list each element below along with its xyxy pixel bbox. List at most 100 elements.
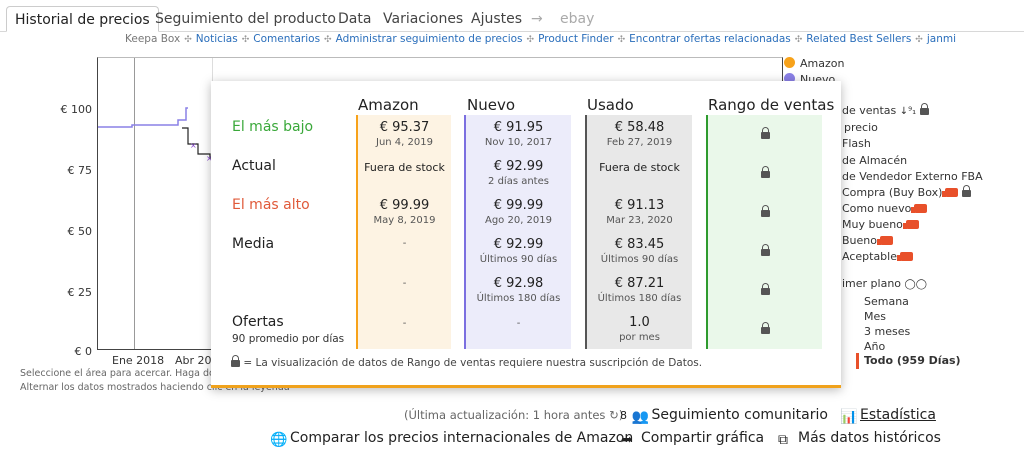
rank-lowest-lock[interactable] <box>708 123 822 142</box>
rank-offers-lock[interactable] <box>708 318 822 337</box>
tab-data[interactable]: Data <box>338 6 371 32</box>
header-sales-rank: Rango de ventas <box>708 96 835 114</box>
header-usado: Usado <box>587 96 634 114</box>
legend-foreground[interactable]: imer plano ◯◯ <box>842 276 927 292</box>
link-news[interactable]: Noticias <box>196 33 238 45</box>
more-history-button[interactable]: ⧉ Más datos históricos <box>778 430 941 448</box>
range-week[interactable]: Semana <box>864 294 909 310</box>
community-tracking-button[interactable]: 8 👥 Seguimiento comunitario <box>620 407 828 425</box>
lock-icon <box>919 103 929 115</box>
range-month[interactable]: Mes <box>864 309 886 325</box>
copy-icon: ⧉ <box>778 432 788 448</box>
rank-avg180-lock[interactable] <box>708 279 822 298</box>
y-tick-25: € 25 <box>67 286 93 299</box>
rank-current-lock[interactable] <box>708 162 822 181</box>
column-nuevo <box>464 115 571 349</box>
compare-international-button[interactable]: 🌐 Comparar los precios internacionales de… <box>270 430 633 448</box>
truck-icon <box>942 188 959 197</box>
subscription-footnote: = La visualización de datos de Rango de … <box>231 355 702 369</box>
y-tick-100: € 100 <box>60 103 93 116</box>
rank-avg90-lock[interactable] <box>708 240 822 259</box>
legend-very-good[interactable]: Muy bueno <box>842 217 919 233</box>
tab-product-tracking[interactable]: Seguimiento del producto <box>155 6 336 32</box>
header-nuevo: Nuevo <box>467 96 516 114</box>
amazon-offers: - <box>402 318 407 329</box>
legend-list-price[interactable]: precio <box>844 120 878 136</box>
usado-current: Fuera de stock <box>599 161 680 174</box>
tab-bar: Historial de precios Seguimiento del pro… <box>0 6 1024 32</box>
legend-acceptable[interactable]: Aceptable <box>842 249 913 265</box>
nuevo-lowest: € 91.95 Nov 10, 2017 <box>484 120 553 148</box>
link-product-finder[interactable]: Product Finder <box>538 33 614 45</box>
keepa-box-link[interactable]: Keepa Box <box>125 33 180 45</box>
link-related-best-sellers[interactable]: Related Best Sellers <box>806 33 911 45</box>
statistics-button[interactable]: 📊 Estadística <box>840 407 936 425</box>
legend-amazon[interactable]: Amazon <box>784 56 844 72</box>
share-chart-button[interactable]: ➦ Compartir gráfica <box>621 430 764 448</box>
row-label-offers: Ofertas <box>232 314 284 330</box>
row-label-offers-sub: 90 promedio por días <box>232 333 345 345</box>
usado-offers: 1.0 por mes <box>619 315 660 343</box>
legend-fba[interactable]: de Vendedor Externo FBA <box>842 169 1022 185</box>
legend-like-new[interactable]: Como nuevo <box>842 201 928 217</box>
row-label-lowest: El más bajo <box>232 119 314 135</box>
y-tick-75: € 75 <box>67 164 93 177</box>
usado-highest: € 91.13 Mar 23, 2020 <box>606 198 673 226</box>
usado-lowest: € 58.48 Feb 27, 2019 <box>606 120 673 148</box>
column-usado <box>585 115 692 349</box>
zoom-hint: Seleccione el área para acercar. Haga do… <box>20 368 224 379</box>
arrow-icon: → <box>531 11 543 27</box>
lock-icon <box>760 283 770 295</box>
usado-avg-90: € 83.45 Últimos 90 días <box>600 237 679 265</box>
truck-icon <box>911 204 928 213</box>
rank-highest-lock[interactable] <box>708 201 822 220</box>
tab-ebay[interactable]: ebay <box>560 6 594 32</box>
usado-avg-180: € 87.21 Últimos 180 días <box>597 276 682 304</box>
tab-price-history[interactable]: Historial de precios <box>6 6 159 32</box>
range-all[interactable]: Todo (959 Días) <box>856 353 961 369</box>
row-label-current: Actual <box>232 158 276 174</box>
lock-icon <box>231 355 240 367</box>
tab-settings[interactable]: Ajustes <box>471 6 522 32</box>
legend-buy-box[interactable]: Compra (Buy Box) <box>842 185 971 201</box>
legend-good[interactable]: Bueno <box>842 233 893 249</box>
sort-icon: ↓⁹₁ <box>899 106 917 117</box>
y-tick-50: € 50 <box>67 225 93 238</box>
link-related-offers[interactable]: Encontrar ofertas relacionadas <box>629 33 791 45</box>
lock-icon <box>760 166 770 178</box>
amazon-avg-180: - <box>402 278 407 289</box>
truck-icon <box>902 220 919 229</box>
nuevo-highest: € 99.99 Ago 20, 2019 <box>484 198 553 226</box>
legend-flash[interactable]: Flash <box>842 136 871 152</box>
nuevo-avg-90: € 92.99 Últimos 90 días <box>479 237 558 265</box>
nuevo-avg-180: € 92.98 Últimos 180 días <box>476 276 561 304</box>
nuevo-current: € 92.99 2 días antes <box>488 159 549 187</box>
amazon-lowest: € 95.37 Jun 4, 2019 <box>376 120 433 148</box>
globe-icon: 🌐 <box>270 432 288 448</box>
y-tick-0: € 0 <box>74 345 93 358</box>
range-3-months[interactable]: 3 meses <box>864 324 910 340</box>
lock-icon <box>760 205 770 217</box>
amazon-dot-icon <box>784 57 795 68</box>
lock-icon <box>760 244 770 256</box>
svg-text:×: × <box>190 141 197 150</box>
amazon-avg-90: - <box>402 238 407 249</box>
nuevo-offers: - <box>516 318 521 329</box>
bar-chart-icon: 📊 <box>840 409 858 425</box>
toggle-icon: ◯◯ <box>904 279 927 290</box>
lock-icon <box>961 185 971 197</box>
link-comments[interactable]: Comentarios <box>253 33 320 45</box>
lock-icon <box>760 127 770 139</box>
tab-variations[interactable]: Variaciones <box>383 6 463 32</box>
link-user[interactable]: janmi <box>927 33 956 45</box>
amazon-current: Fuera de stock <box>364 161 445 174</box>
amazon-highest: € 99.99 May 8, 2019 <box>373 198 436 226</box>
lock-icon <box>760 322 770 334</box>
links-row: Keepa Box ✣ Noticias ✣ Comentarios ✣ Administr… <box>125 33 956 45</box>
link-manage-tracking[interactable]: Administrar seguimiento de precios <box>336 33 523 45</box>
row-label-highest: El más alto <box>232 197 310 213</box>
column-amazon <box>356 115 451 349</box>
truck-icon <box>897 252 913 261</box>
legend-warehouse[interactable]: de Almacén <box>842 153 907 169</box>
legend-sales-rank[interactable]: de ventas ↓⁹₁ <box>842 103 929 119</box>
